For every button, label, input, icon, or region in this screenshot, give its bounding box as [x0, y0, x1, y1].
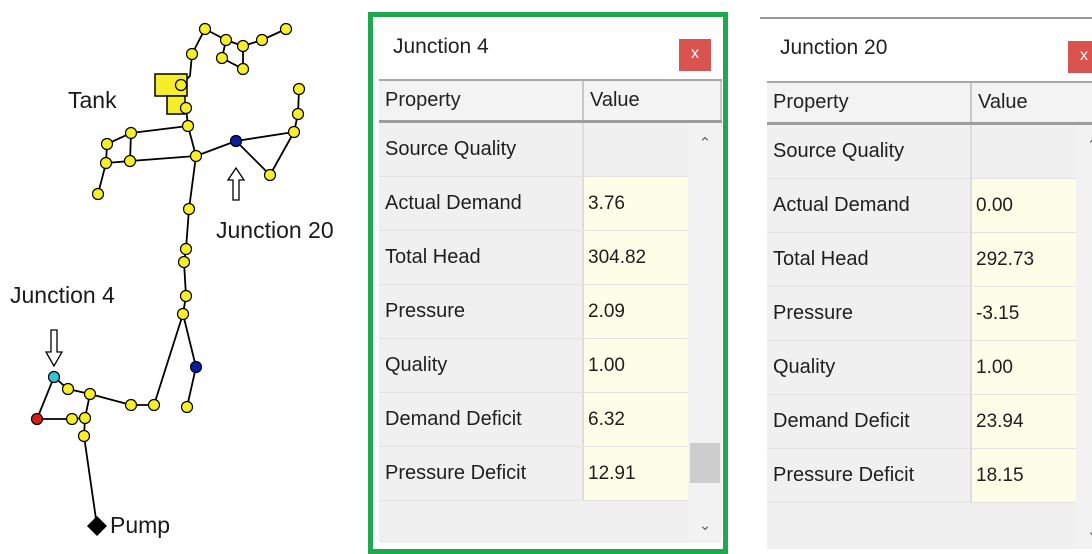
table-row[interactable]: Demand Deficit 6.32: [379, 393, 688, 447]
property-name: Actual Demand: [767, 179, 972, 232]
property-value[interactable]: 6.32: [584, 393, 688, 446]
close-icon: x: [691, 45, 699, 62]
scrollbar-thumb[interactable]: [690, 443, 720, 483]
property-name: Pressure Deficit: [379, 447, 584, 500]
property-name: Total Head: [767, 233, 972, 286]
table-row[interactable]: Actual Demand 3.76: [379, 177, 688, 231]
property-value[interactable]: -3.15: [972, 287, 1076, 340]
panel-titlebar[interactable]: Junction 20 x: [760, 19, 1092, 81]
junction-20-properties-panel: Junction 20 x Property Value Source Qual…: [760, 17, 1092, 554]
table-row[interactable]: Actual Demand 0.00: [767, 179, 1076, 233]
property-value[interactable]: 0.00: [972, 179, 1076, 232]
property-value[interactable]: 2.09: [584, 285, 688, 338]
column-header-property[interactable]: Property: [767, 83, 972, 122]
column-header-value[interactable]: Value: [972, 83, 1092, 122]
table-row[interactable]: Source Quality: [379, 123, 688, 177]
junction-4-label: Junction 4: [10, 282, 115, 308]
property-value[interactable]: 18.15: [972, 449, 1076, 502]
property-name: Quality: [379, 339, 584, 392]
property-value[interactable]: 1.00: [972, 341, 1076, 394]
panel-title: Junction 20: [780, 36, 888, 59]
property-name: Pressure: [767, 287, 972, 340]
scroll-up-button[interactable]: ⌃: [1076, 131, 1092, 161]
chevron-down-icon: ⌄: [1087, 523, 1092, 540]
junction-4-pointer-icon: [44, 329, 64, 368]
table-row[interactable]: Demand Deficit 23.94: [767, 395, 1076, 449]
close-icon: x: [1080, 47, 1088, 64]
table-row[interactable]: Pressure 2.09: [379, 285, 688, 339]
table-row[interactable]: Pressure Deficit 12.91: [379, 447, 688, 501]
scroll-down-button[interactable]: ⌄: [1076, 517, 1092, 547]
junction-4-node: [47, 370, 61, 384]
vertical-scrollbar[interactable]: ⌃ ⌄: [688, 123, 722, 543]
property-name: Quality: [767, 341, 972, 394]
panel-title: Junction 4: [393, 35, 489, 58]
property-name: Source Quality: [767, 125, 972, 178]
table-row[interactable]: Pressure -3.15: [767, 287, 1076, 341]
panel-titlebar[interactable]: Junction 4 x: [373, 17, 723, 79]
close-button[interactable]: x: [679, 39, 711, 71]
table-row[interactable]: Total Head 304.82: [379, 231, 688, 285]
junction-20-pointer-icon: [226, 166, 246, 201]
scroll-up-button[interactable]: ⌃: [688, 129, 722, 159]
property-value[interactable]: 1.00: [584, 339, 688, 392]
close-button[interactable]: x: [1068, 41, 1092, 73]
pump-label: Pump: [110, 512, 171, 538]
property-value[interactable]: [972, 125, 1076, 178]
property-value[interactable]: 23.94: [972, 395, 1076, 448]
table-row[interactable]: Source Quality: [767, 125, 1076, 179]
grid-header: Property Value: [379, 79, 722, 123]
property-value[interactable]: 292.73: [972, 233, 1076, 286]
table-row[interactable]: Total Head 292.73: [767, 233, 1076, 287]
property-value[interactable]: [584, 123, 688, 176]
network-diagram: [30, 22, 306, 536]
property-name: Pressure Deficit: [767, 449, 972, 502]
column-header-value[interactable]: Value: [584, 81, 722, 120]
property-name: Actual Demand: [379, 177, 584, 230]
junction-20-node: [229, 134, 243, 148]
column-header-property[interactable]: Property: [379, 81, 584, 120]
pump-icon: [87, 516, 107, 536]
vertical-scrollbar[interactable]: ⌃ ⌄: [1076, 125, 1092, 549]
scroll-down-button[interactable]: ⌄: [688, 511, 722, 541]
property-name: Pressure: [379, 285, 584, 338]
chevron-down-icon: ⌄: [698, 517, 712, 534]
table-row[interactable]: Pressure Deficit 18.15: [767, 449, 1076, 503]
property-name: Demand Deficit: [767, 395, 972, 448]
property-value[interactable]: 304.82: [584, 231, 688, 284]
property-grid: Property Value Source Quality Actual Dem…: [767, 81, 1092, 549]
table-row[interactable]: Quality 1.00: [767, 341, 1076, 395]
junction-20-label: Junction 20: [216, 217, 334, 243]
property-grid: Property Value Source Quality Actual Dem…: [379, 79, 722, 543]
chevron-up-icon: ⌃: [698, 135, 712, 152]
junction-4-properties-panel: Junction 4 x Property Value Source Quali…: [368, 12, 728, 554]
table-row[interactable]: Quality 1.00: [379, 339, 688, 393]
property-name: Source Quality: [379, 123, 584, 176]
grid-header: Property Value: [767, 81, 1092, 125]
property-value[interactable]: 12.91: [584, 447, 688, 500]
property-value[interactable]: 3.76: [584, 177, 688, 230]
property-name: Demand Deficit: [379, 393, 584, 446]
property-name: Total Head: [379, 231, 584, 284]
tank-label: Tank: [68, 87, 117, 113]
chevron-up-icon: ⌃: [1087, 137, 1092, 154]
